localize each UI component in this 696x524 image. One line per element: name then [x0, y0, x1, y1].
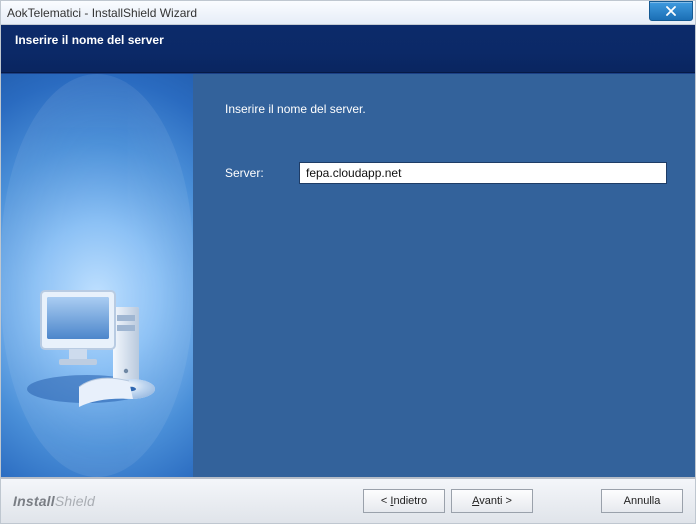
server-row: Server: [225, 162, 667, 184]
installshield-brand: InstallShield [13, 493, 95, 509]
server-label: Server: [225, 166, 281, 180]
next-button[interactable]: Avanti > [451, 489, 533, 513]
cancel-button[interactable]: Annulla [601, 489, 683, 513]
close-button[interactable] [649, 1, 693, 21]
back-button[interactable]: < Indietro [363, 489, 445, 513]
close-icon [666, 6, 676, 16]
wizard-window: AokTelematici - InstallShield Wizard Ins… [0, 0, 696, 524]
window-title: AokTelematici - InstallShield Wizard [7, 6, 197, 20]
content-panel: Inserire il nome del server. Server: [193, 74, 695, 477]
wizard-header: Inserire il nome del server [1, 25, 695, 73]
title-bar: AokTelematici - InstallShield Wizard [1, 1, 695, 25]
side-panel [1, 74, 193, 477]
instruction-text: Inserire il nome del server. [225, 102, 667, 116]
wizard-body: Inserire il nome del server. Server: [1, 73, 695, 477]
server-input[interactable] [299, 162, 667, 184]
header-title: Inserire il nome del server [15, 33, 164, 47]
computer-illustration [21, 267, 171, 427]
wizard-footer: InstallShield < Indietro Avanti > Annull… [1, 477, 695, 523]
